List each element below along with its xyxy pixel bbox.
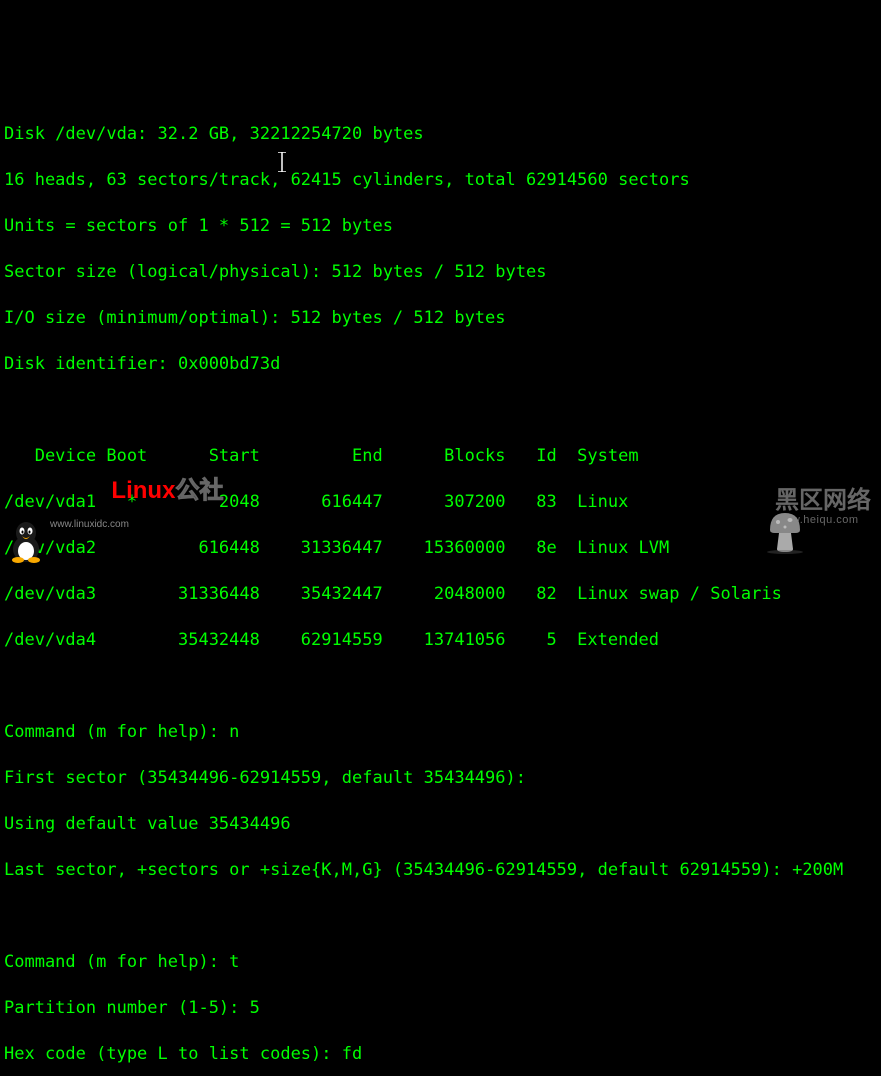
command-line: Command (m for help): t: [4, 951, 877, 974]
blank-line: [4, 675, 877, 698]
watermark-heiqu: 黑区网络 www.heiqu.com: [719, 482, 871, 532]
command-line: Partition number (1-5): 5: [4, 997, 877, 1020]
command-line: First sector (35434496-62914559, default…: [4, 767, 877, 790]
disk-info-line: Units = sectors of 1 * 512 = 512 bytes: [4, 215, 877, 238]
disk-info-line: I/O size (minimum/optimal): 512 bytes / …: [4, 307, 877, 330]
tux-icon: [8, 475, 44, 517]
watermark-linux: Linux公社 www.linuxidc.com: [8, 462, 223, 530]
command-line: Hex code (type L to list codes): fd: [4, 1043, 877, 1066]
mushroom-icon: [719, 482, 769, 532]
disk-info-line: Sector size (logical/physical): 512 byte…: [4, 261, 877, 284]
partition-row: /dev/vda4 35432448 62914559 13741056 5 E…: [4, 629, 877, 652]
command-line: Command (m for help): n: [4, 721, 877, 744]
disk-info-line: Disk /dev/vda: 32.2 GB, 32212254720 byte…: [4, 123, 877, 146]
terminal-output: Disk /dev/vda: 32.2 GB, 32212254720 byte…: [4, 100, 877, 1076]
blank-line: [4, 905, 877, 928]
watermark-url: www.linuxidc.com: [50, 520, 223, 530]
blank-line: [4, 399, 877, 422]
watermark-suffix: 公社: [175, 477, 223, 504]
watermark-brand: Linux: [111, 477, 175, 504]
disk-info-line: 16 heads, 63 sectors/track, 62415 cylind…: [4, 169, 877, 192]
disk-info-line: Disk identifier: 0x000bd73d: [4, 353, 877, 376]
command-line: Using default value 35434496: [4, 813, 877, 836]
command-line: Last sector, +sectors or +size{K,M,G} (3…: [4, 859, 877, 882]
partition-row: /dev/vda3 31336448 35432447 2048000 82 L…: [4, 583, 877, 606]
